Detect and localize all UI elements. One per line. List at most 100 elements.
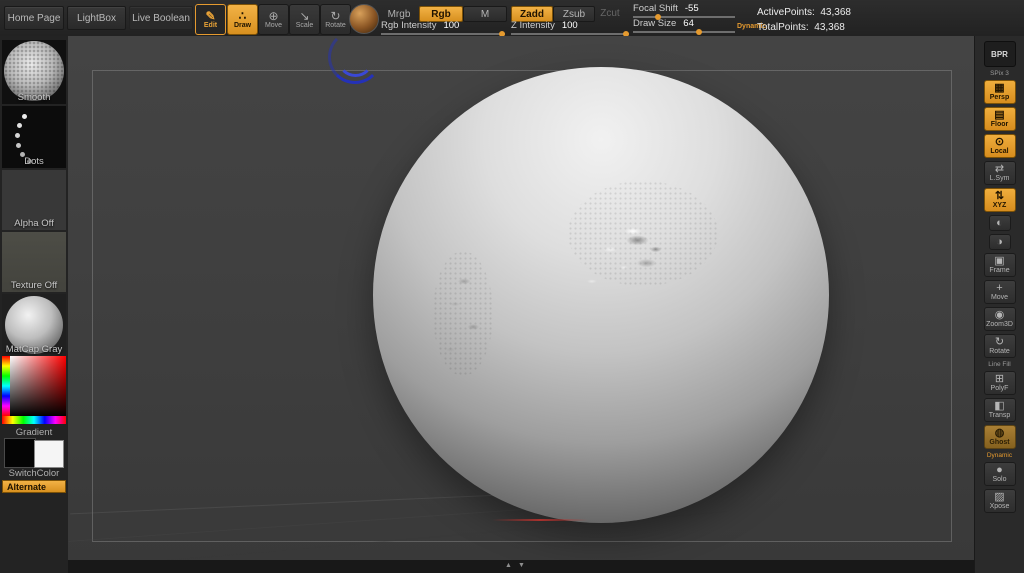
- local-pivot-icon: ⊙: [994, 136, 1005, 148]
- spix-slider[interactable]: SPix 3: [990, 70, 1009, 77]
- solo-button[interactable]: ● Solo: [983, 462, 1016, 486]
- slider-handle[interactable]: [696, 29, 703, 35]
- xpose-label: Xpose: [989, 503, 1010, 510]
- draw-size-label: Draw Size: [633, 18, 677, 29]
- saturation-value-box[interactable]: [10, 356, 66, 416]
- texture-selector[interactable]: Texture Off: [2, 232, 66, 292]
- z-intensity-label: Z Intensity: [511, 20, 555, 31]
- ghost-button[interactable]: ◍ Ghost: [983, 425, 1016, 449]
- document-canvas[interactable]: [68, 36, 974, 560]
- canvas-scroll-arrows[interactable]: ▲ ▼: [505, 561, 525, 571]
- draw-size-slider[interactable]: Draw Size 64: [633, 18, 735, 35]
- z-intensity-value: 100: [561, 20, 578, 31]
- polyframe-icon: ⊞: [994, 373, 1005, 385]
- z-intensity-slider[interactable]: Z Intensity 100: [511, 20, 629, 37]
- magnify-icon: ◑: [996, 236, 1003, 248]
- left-shelf: Smooth Dots Alpha Off Texture Off MatCap…: [0, 36, 68, 573]
- persp-button[interactable]: ▦ Persp: [983, 80, 1016, 104]
- bpr-render-button[interactable]: BPR: [983, 41, 1016, 67]
- slider-track[interactable]: [633, 29, 735, 35]
- gradient-label: Gradient: [15, 427, 53, 438]
- floor-button[interactable]: ▤ Floor: [983, 107, 1016, 131]
- dynamic-label: Dynamic: [986, 452, 1013, 459]
- zoom3d-button[interactable]: ◉ Zoom3D: [983, 307, 1016, 331]
- brush-selector[interactable]: Smooth: [2, 40, 66, 104]
- transp-label: Transp: [988, 412, 1011, 419]
- home-page-button[interactable]: Home Page: [4, 6, 64, 30]
- scroll-up-icon[interactable]: ▲: [505, 561, 512, 571]
- xpose-icon: ▨: [994, 491, 1005, 503]
- switchcolor-button[interactable]: SwitchColor: [2, 468, 66, 479]
- texture-name: Texture Off: [10, 280, 58, 291]
- main-color-swatch[interactable]: [4, 438, 36, 468]
- brush-name: Smooth: [17, 92, 51, 103]
- frame-icon: ▣: [994, 255, 1005, 267]
- polyframe-button[interactable]: ⊞ PolyF: [983, 371, 1016, 395]
- brush-cursor-inner-ring: [337, 40, 374, 77]
- secondary-color-swatch[interactable]: [34, 440, 64, 468]
- persp-label: Persp: [989, 94, 1010, 101]
- edit-mode-button[interactable]: ✎ Edit: [195, 4, 226, 35]
- xpose-button[interactable]: ▨ Xpose: [983, 489, 1016, 513]
- scale-label: Scale: [295, 22, 314, 29]
- move-mode-button[interactable]: ⊕ Move: [258, 4, 289, 35]
- lightbox-button[interactable]: LightBox: [67, 6, 126, 30]
- local-button[interactable]: ⊙ Local: [983, 134, 1016, 158]
- line-fill-label: Line Fill: [988, 361, 1011, 368]
- top-shelf: Home Page LightBox Live Boolean ✎ Edit ∴…: [0, 0, 1024, 37]
- rgb-intensity-value: 100: [443, 20, 460, 31]
- polyframe-label: PolyF: [990, 385, 1009, 392]
- draw-mode-button[interactable]: ∴ Draw: [227, 4, 258, 35]
- transp-button[interactable]: ◧ Transp: [983, 398, 1016, 422]
- xyz-button[interactable]: ⇅ XYZ: [983, 188, 1016, 212]
- lsym-button[interactable]: ⇄ L.Sym: [983, 161, 1016, 185]
- slider-track[interactable]: [511, 31, 629, 37]
- material-selector[interactable]: MatCap Gray: [2, 294, 66, 356]
- stroke-dots-icon: [22, 114, 27, 119]
- rgb-intensity-label: Rgb Intensity: [381, 20, 437, 31]
- right-shelf: BPR SPix 3 ▦ Persp ▤ Floor ⊙ Local ⇄ L.S…: [974, 36, 1024, 573]
- draw-label: Draw: [233, 22, 252, 29]
- edit-icon: ✎: [205, 9, 216, 23]
- floor-grid-icon: ▤: [994, 109, 1005, 121]
- rgb-intensity-slider[interactable]: Rgb Intensity 100: [381, 20, 505, 37]
- xyz-axis-icon: ⇅: [994, 190, 1005, 202]
- material-name: MatCap Gray: [5, 344, 63, 355]
- color-picker[interactable]: [2, 356, 66, 424]
- scroll-doc-button[interactable]: ◐: [988, 215, 1011, 231]
- ghost-label: Ghost: [989, 439, 1010, 446]
- active-points-readout: ActivePoints: 43,368: [757, 7, 851, 18]
- rotate-3d-icon: ↻: [994, 336, 1005, 348]
- scale-mode-button[interactable]: ↘ Scale: [289, 4, 320, 35]
- bottom-scroll-strip: ▲ ▼: [68, 560, 974, 573]
- stroke-selector[interactable]: Dots: [2, 106, 66, 168]
- draw-icon: ∴: [238, 9, 247, 23]
- alpha-selector[interactable]: Alpha Off: [2, 170, 66, 230]
- m-button[interactable]: M: [463, 6, 507, 22]
- persp-icon: ▦: [994, 82, 1005, 94]
- mrgb-button[interactable]: Mrgb: [381, 7, 417, 21]
- focal-shift-label: Focal Shift: [633, 3, 678, 14]
- slider-track[interactable]: [381, 31, 505, 37]
- move-3d-button[interactable]: + Move: [983, 280, 1016, 304]
- total-points-readout: TotalPoints: 43,368: [757, 22, 845, 33]
- focal-shift-slider[interactable]: Focal Shift -55: [633, 3, 735, 20]
- solo-label: Solo: [992, 476, 1007, 483]
- move-label: Move: [264, 22, 283, 29]
- live-boolean-button[interactable]: Live Boolean: [129, 6, 193, 30]
- rotate-3d-button[interactable]: ↻ Rotate: [983, 334, 1016, 358]
- zoom3d-icon: ◉: [994, 309, 1005, 321]
- pan-icon: ◐: [996, 217, 1003, 229]
- solo-icon: ●: [996, 464, 1003, 476]
- zoom-doc-button[interactable]: ◑: [988, 234, 1011, 250]
- alternate-button[interactable]: Alternate: [2, 480, 66, 493]
- floor-label: Floor: [990, 121, 1009, 128]
- symmetry-icon: ⇄: [994, 163, 1005, 175]
- hue-strip-vertical[interactable]: [2, 356, 10, 416]
- move-3d-icon: +: [996, 282, 1003, 294]
- scroll-down-icon[interactable]: ▼: [518, 561, 525, 571]
- hue-strip-horizontal[interactable]: [2, 416, 66, 424]
- rotate-icon: ↻: [330, 9, 341, 23]
- sculpt-noise-patch: [568, 181, 718, 286]
- frame-button[interactable]: ▣ Frame: [983, 253, 1016, 277]
